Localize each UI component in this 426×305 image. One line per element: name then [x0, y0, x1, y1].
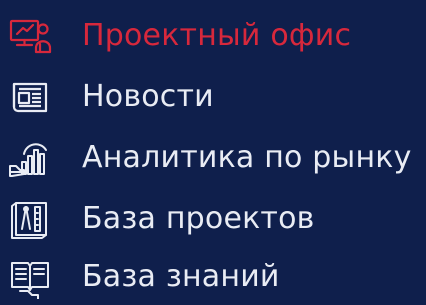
menu-item-news[interactable]: Новости: [0, 69, 426, 125]
menu-item-knowledge-base[interactable]: База знаний: [0, 249, 426, 305]
menu-item-market-analytics[interactable]: Аналитика по рынку: [0, 130, 426, 186]
menu-item-label: База проектов: [82, 201, 315, 236]
menu-item-project-office[interactable]: Проектный офис: [0, 8, 426, 64]
news-icon: [8, 75, 52, 119]
projects-base-icon: [8, 197, 52, 241]
menu-item-label: Проектный офис: [82, 18, 352, 53]
market-analytics-icon: [8, 136, 52, 180]
menu-item-projects-base[interactable]: База проектов: [0, 191, 426, 247]
menu-item-label: База знаний: [82, 259, 280, 294]
menu-item-label: Новости: [82, 79, 214, 114]
project-office-icon: [8, 14, 52, 58]
sidebar-menu: Проектный офис Новости Аналитика по рынк…: [0, 0, 426, 299]
menu-item-label: Аналитика по рынку: [82, 140, 412, 175]
knowledge-base-icon: [8, 255, 52, 299]
